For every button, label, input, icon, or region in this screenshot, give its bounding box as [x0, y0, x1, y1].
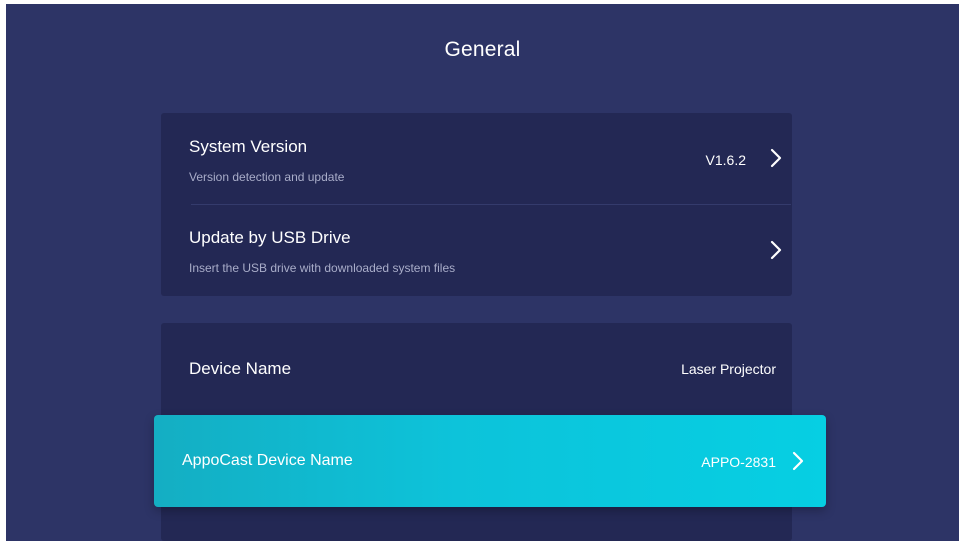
- appocast-device-name-value: APPO-2831: [701, 454, 776, 470]
- update-usb-title: Update by USB Drive: [189, 228, 351, 247]
- system-version-value: V1.6.2: [705, 152, 746, 168]
- appocast-device-name-title: AppoCast Device Name: [182, 452, 353, 469]
- system-version-title: System Version: [189, 137, 308, 156]
- page-title: General: [444, 38, 521, 61]
- system-version-row[interactable]: System Version Version detection and upd…: [161, 113, 792, 205]
- update-usb-subtitle: Insert the USB drive with downloaded sys…: [189, 261, 456, 275]
- settings-screen: General System Version Version detection…: [6, 4, 959, 541]
- chevron-right-icon: [768, 148, 784, 168]
- chevron-right-icon: [790, 451, 806, 471]
- appocast-device-name-row[interactable]: AppoCast Device Name APPO-2831: [154, 415, 826, 507]
- update-usb-row[interactable]: Update by USB Drive Insert the USB drive…: [161, 205, 792, 296]
- device-name-title: Device Name: [189, 359, 292, 378]
- chevron-right-icon: [768, 240, 784, 260]
- device-name-row[interactable]: Device Name Laser Projector: [161, 323, 792, 415]
- system-version-subtitle: Version detection and update: [189, 170, 345, 184]
- device-name-value: Laser Projector: [681, 361, 776, 377]
